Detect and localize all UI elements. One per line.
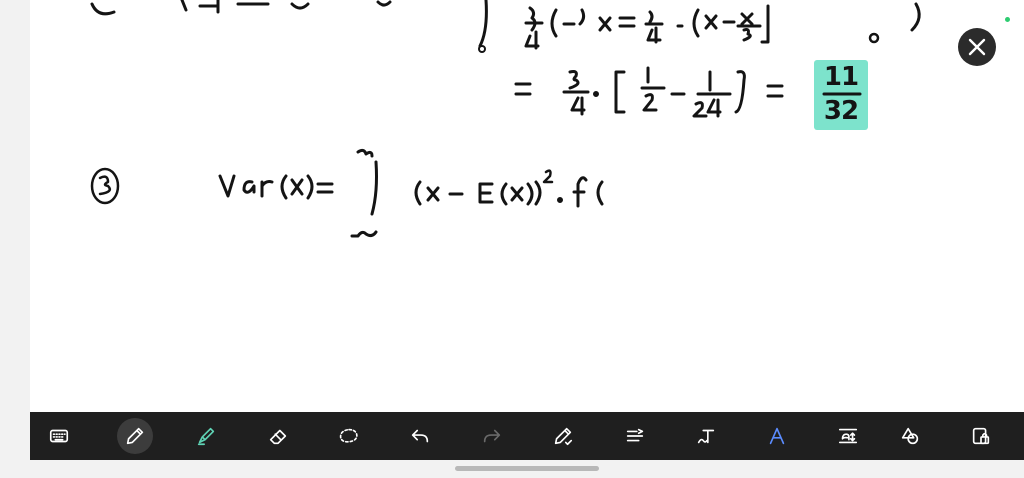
undo-icon — [411, 429, 429, 443]
status-dot — [1005, 17, 1010, 22]
redo-icon — [483, 429, 501, 443]
keyboard-icon — [49, 429, 69, 443]
line-spacing-icon — [626, 428, 644, 442]
handwritten-ink — [90, 0, 921, 238]
close-icon — [968, 38, 986, 56]
close-button[interactable] — [958, 28, 996, 66]
text-resize-icon — [838, 428, 858, 444]
pen-icon — [126, 427, 144, 445]
shapes-icon — [901, 427, 919, 445]
highlighter-icon — [197, 427, 215, 446]
line-spacing-button[interactable] — [617, 418, 653, 454]
highlighter-button[interactable] — [188, 418, 224, 454]
undo-button[interactable] — [402, 418, 438, 454]
pen-button[interactable] — [117, 418, 153, 454]
eraser-button[interactable] — [260, 418, 296, 454]
pencil-text-icon — [769, 427, 785, 445]
text-resize-button[interactable] — [830, 418, 866, 454]
lasso-button[interactable] — [331, 418, 367, 454]
text-tool-button[interactable] — [688, 418, 724, 454]
pencil-text-button[interactable] — [759, 418, 795, 454]
pen-settings-button[interactable] — [545, 418, 581, 454]
lock-icon — [972, 427, 990, 445]
home-indicator[interactable] — [455, 466, 599, 471]
pen-settings-icon — [554, 427, 573, 446]
eraser-icon — [269, 429, 287, 445]
keyboard-button[interactable] — [41, 418, 77, 454]
lasso-icon — [339, 428, 358, 443]
redo-button[interactable] — [474, 418, 510, 454]
text-tool-icon — [697, 429, 715, 444]
shapes-button[interactable] — [892, 418, 928, 454]
lock-button[interactable] — [963, 418, 999, 454]
drawing-toolbar — [30, 412, 1024, 460]
whiteboard-canvas[interactable]: 11 32 — [30, 0, 1024, 412]
